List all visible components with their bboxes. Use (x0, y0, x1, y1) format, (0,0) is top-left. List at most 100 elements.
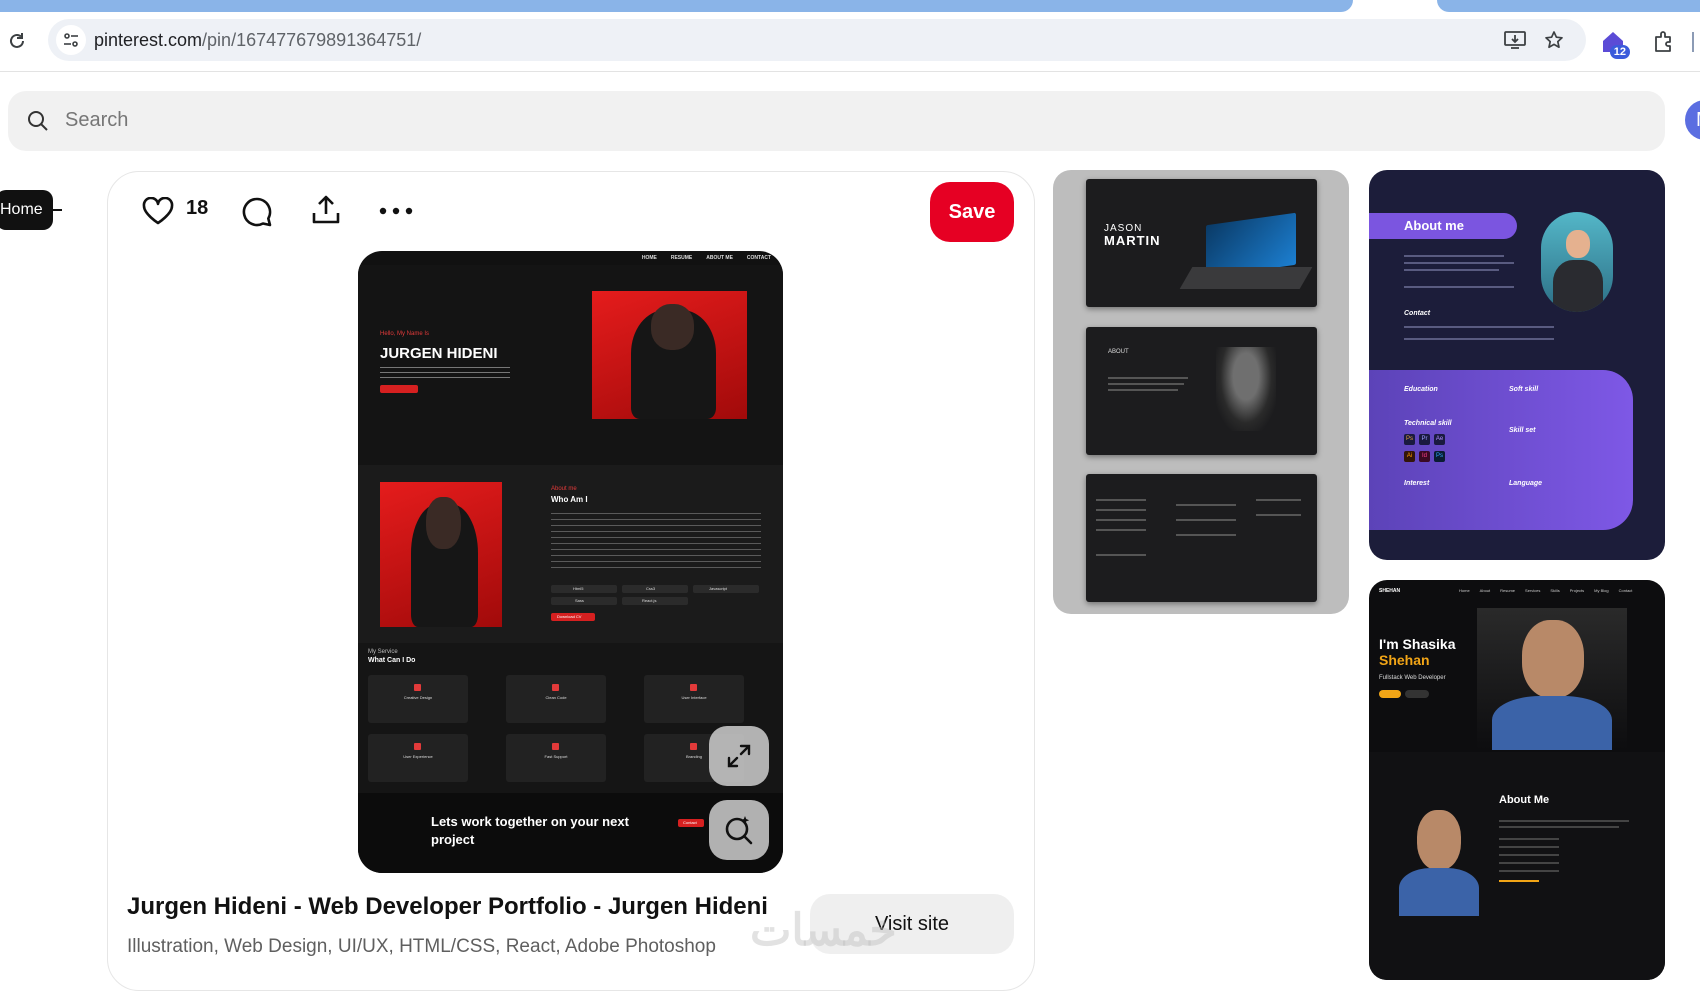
more-options-icon[interactable] (378, 200, 414, 222)
card-cta-button (1379, 690, 1401, 698)
text-line (1404, 255, 1504, 257)
toolbar-divider (1692, 32, 1694, 52)
text-line (1176, 534, 1236, 536)
text-line (1499, 826, 1619, 828)
card-nav-item: Contact (1618, 588, 1633, 593)
service-icon (414, 684, 421, 691)
card-soft-skill-label: Soft skill (1509, 386, 1539, 393)
card-nav-item: Projects (1569, 588, 1585, 593)
url-path: /pin/167477679891364751/ (202, 30, 422, 50)
site-info-icon[interactable] (56, 25, 86, 55)
service-card: Creative Design (368, 675, 468, 723)
search-bar[interactable]: Search (8, 91, 1665, 151)
skill-chip: Css3 (622, 585, 688, 593)
visual-search-button[interactable] (709, 800, 769, 860)
preview-hero-photo (592, 291, 747, 419)
reload-icon[interactable] (5, 29, 29, 53)
text-line (1108, 383, 1184, 385)
skill-chip: Sass (551, 597, 617, 605)
text-line (1404, 262, 1514, 264)
search-input[interactable]: Search (65, 109, 128, 132)
pin-image[interactable]: HOME RESUME ABOUT ME CONTACT Hello, My N… (358, 251, 783, 873)
service-icon (552, 684, 559, 691)
heart-icon[interactable] (140, 195, 176, 227)
tool-badge: Pr (1419, 434, 1430, 445)
expand-button[interactable] (709, 726, 769, 786)
card-contact-label: Contact (1404, 310, 1431, 317)
card-education-label: Education (1404, 386, 1438, 393)
service-icon (690, 684, 697, 691)
avatar[interactable]: M (1685, 100, 1700, 140)
text-line (1404, 269, 1499, 271)
preview-download-cv: Download CV (551, 613, 595, 621)
text-line (1499, 820, 1629, 822)
card-secondary-button (1405, 690, 1429, 698)
preview-about-text (551, 513, 761, 571)
card-purple-panel: Education Soft skill Technical skill Ski… (1369, 370, 1633, 530)
tool-badge: Id (1419, 451, 1430, 462)
service-card: Fast Support (506, 734, 606, 782)
text-line (1499, 862, 1559, 864)
service-icon (414, 743, 421, 750)
comment-icon[interactable] (240, 195, 274, 229)
person-head (1522, 620, 1584, 698)
person-body (1553, 260, 1603, 312)
browser-toolbar: pinterest.com/pin/167477679891364751/ 12 (0, 12, 1700, 72)
tooltip-pointer (42, 209, 62, 211)
text-line (1404, 286, 1514, 288)
preview-hero: Hello, My Name Is JURGEN HIDENI (358, 265, 783, 465)
install-app-icon[interactable] (1503, 28, 1527, 52)
text-line (1108, 377, 1188, 379)
extension-home-icon[interactable]: 12 (1600, 29, 1630, 59)
person-head (650, 303, 695, 350)
text-line (1176, 519, 1236, 521)
address-bar[interactable]: pinterest.com/pin/167477679891364751/ (48, 19, 1586, 61)
share-icon[interactable] (309, 193, 343, 227)
text-line (1096, 499, 1146, 501)
preview-hello: Hello, My Name Is (380, 331, 430, 337)
text-line (1108, 389, 1178, 391)
preview-services-kicker: My Service (368, 649, 398, 655)
watermark: خمسات (750, 906, 897, 955)
text-line (1096, 519, 1146, 521)
card-greeting: I'm Shasika Shehan (1379, 636, 1456, 668)
text-line (1404, 326, 1554, 328)
related-pin-about-me[interactable]: About me Contact Education Soft skill Te… (1369, 170, 1665, 560)
card-nav: Home About Resume Services Skills Projec… (1459, 588, 1632, 593)
preview-nav-item: RESUME (670, 255, 693, 261)
skill-chip: Html5 (551, 585, 617, 593)
text-line (1096, 529, 1146, 531)
card-about-photo (1399, 806, 1479, 916)
card-nav-item: About (1479, 588, 1491, 593)
like-count: 18 (186, 197, 209, 219)
pin-title[interactable]: Jurgen Hideni - Web Developer Portfolio … (127, 893, 768, 921)
person-body (1492, 696, 1612, 750)
inactive-tab-region[interactable] (1437, 0, 1700, 12)
text-line (1256, 499, 1301, 501)
related-pin-shasika-shehan[interactable]: SHEHAN Home About Resume Services Skills… (1369, 580, 1665, 980)
service-icon (690, 743, 697, 750)
save-button[interactable]: Save (930, 182, 1014, 242)
card-technical-skill-label: Technical skill (1404, 420, 1452, 427)
url-domain: pinterest.com (94, 30, 203, 50)
extensions-puzzle-icon[interactable] (1652, 30, 1678, 56)
mockup-screen: ABOUT (1086, 327, 1317, 455)
preview-about: About me Who Am I Html5 Css3 Javascript … (358, 465, 783, 643)
card-nav-item: Skills (1550, 588, 1560, 593)
active-tab-region[interactable] (0, 0, 1353, 12)
preview-name: JURGEN HIDENI (380, 345, 498, 362)
related-pin-jason-martin[interactable]: JASON MARTIN ABOUT (1053, 170, 1349, 614)
preview-nav-item: ABOUT ME (706, 255, 733, 261)
person-head (426, 496, 461, 549)
bookmark-star-icon[interactable] (1542, 28, 1566, 52)
preview-nav: HOME RESUME ABOUT ME CONTACT (358, 251, 783, 265)
card-nav-item: Resume (1500, 588, 1516, 593)
text-line (1499, 846, 1559, 848)
tab-strip (0, 0, 1700, 12)
url-text[interactable]: pinterest.com/pin/167477679891364751/ (94, 30, 421, 51)
person-body (1399, 868, 1479, 916)
card-about-label: About me (1369, 213, 1517, 239)
preview-contact-button: Contact (678, 819, 704, 827)
tool-badge: Ai (1404, 451, 1415, 462)
tool-badge: Ps (1404, 434, 1415, 445)
